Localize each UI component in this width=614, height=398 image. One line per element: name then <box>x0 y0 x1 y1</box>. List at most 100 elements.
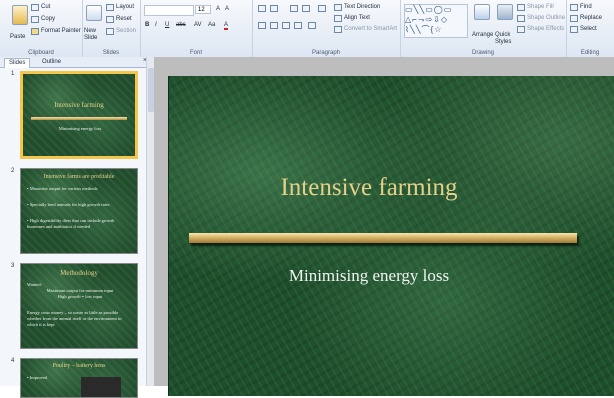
increase-indent-icon[interactable] <box>302 5 310 12</box>
font-group: 12 A A B I U abc AV Aa A Font <box>140 0 253 57</box>
paste-button[interactable]: Paste <box>10 34 25 40</box>
text-direction-button[interactable]: Text Direction <box>344 4 380 10</box>
thumb-bullet: • High digestibility diets that can incl… <box>27 218 115 229</box>
cut-icon <box>31 4 39 11</box>
slide-number: 3 <box>11 263 15 269</box>
title-divider-bar <box>189 233 577 243</box>
strikethrough-button[interactable]: abc <box>176 22 186 28</box>
shape-fill-button[interactable]: Shape Fill <box>527 4 554 10</box>
slides-group: New Slide Layout Reset Section Slides <box>82 0 141 57</box>
clipboard-group: Paste Cut Copy Format Painter Clipboard <box>0 0 83 57</box>
layout-icon <box>106 4 114 11</box>
clipboard-label: Clipboard <box>28 50 54 56</box>
section-icon <box>106 28 114 35</box>
shapes-gallery[interactable]: ▭╲╲▭◯▭ △⌐⇁⇨⇩◇ ⌇╲╲⌒{☆ <box>404 4 468 38</box>
decrease-indent-icon[interactable] <box>290 5 298 12</box>
select-button[interactable]: Select <box>580 26 597 32</box>
ribbon: Paste Cut Copy Format Painter Clipboard … <box>0 0 614 58</box>
current-slide[interactable]: Intensive farming Minimising energy loss <box>168 76 614 396</box>
slide-number: 4 <box>11 358 15 364</box>
underline-button[interactable]: U <box>165 22 169 28</box>
align-left-icon[interactable] <box>258 22 266 29</box>
drawing-group: ▭╲╲▭◯▭ △⌐⇁⇨⇩◇ ⌇╲╲⌒{☆ Arrange Quick Styles … <box>400 0 567 57</box>
paragraph-label: Paragraph <box>311 50 341 56</box>
reset-button[interactable]: Reset <box>116 16 132 22</box>
arrange-icon <box>474 4 490 20</box>
tab-outline[interactable]: Outline <box>38 58 65 67</box>
cut-button[interactable]: Cut <box>41 4 50 10</box>
select-icon <box>570 26 578 33</box>
thumb-title: Poultry – battery hens <box>52 363 106 369</box>
thumb-title: Methodology <box>60 269 98 277</box>
convert-smartart-button[interactable]: Convert to SmartArt <box>344 26 397 32</box>
format-painter-icon <box>31 28 39 35</box>
thumb-image <box>81 377 121 397</box>
shrink-font-button[interactable]: A <box>225 6 229 12</box>
slide-title[interactable]: Intensive farming <box>169 174 569 202</box>
arrange-button[interactable]: Arrange <box>472 32 493 38</box>
slide-subtitle[interactable]: Minimising energy loss <box>169 266 569 286</box>
tab-slides[interactable]: Slides <box>4 58 31 68</box>
thumb-bar <box>31 117 127 120</box>
char-spacing-button[interactable]: AV <box>194 22 202 28</box>
slide-number: 2 <box>11 168 15 174</box>
paste-icon[interactable] <box>12 5 28 25</box>
new-slide-icon[interactable] <box>86 5 102 21</box>
thumb-line: High growth = low input <box>57 294 103 299</box>
thumb-title: Intensive farming <box>54 101 104 109</box>
font-name-box[interactable] <box>144 5 194 16</box>
font-color-button[interactable]: A <box>224 22 229 30</box>
thumb-bullet: • Specially bred animals for high growth… <box>27 202 110 207</box>
bullets-icon[interactable] <box>258 5 266 12</box>
drawing-label: Drawing <box>471 50 494 56</box>
shape-effects-icon <box>517 26 525 33</box>
grow-font-button[interactable]: A <box>216 6 220 12</box>
section-button[interactable]: Section <box>116 28 136 34</box>
editing-group: Find Replace Select Editing <box>566 0 614 57</box>
slide-thumbnails-panel: 1 Intensive farming Minimising energy lo… <box>0 68 146 398</box>
columns-icon[interactable] <box>308 22 316 29</box>
copy-icon <box>31 16 39 23</box>
find-button[interactable]: Find <box>580 4 592 10</box>
layout-button[interactable]: Layout <box>116 4 134 10</box>
slide-thumbnail-4[interactable]: Poultry – battery hens • Improved <box>20 358 138 398</box>
slide-thumbnail-2[interactable]: Intensive farms are profitable • Maximis… <box>20 168 138 254</box>
slide-editor: Intensive farming Minimising energy loss <box>154 57 614 396</box>
numbering-icon[interactable] <box>270 5 278 12</box>
shape-fill-icon <box>517 4 525 11</box>
panel-tabs: Slides Outline × <box>0 57 153 68</box>
change-case-button[interactable]: Aa <box>208 22 215 28</box>
new-slide-button[interactable]: New Slide <box>84 28 108 42</box>
shape-outline-button[interactable]: Shape Outline <box>527 15 565 21</box>
paragraph-group: Text Direction Align Text Convert to Sma… <box>252 0 401 57</box>
align-right-icon[interactable] <box>282 22 290 29</box>
slide-number: 1 <box>11 71 15 77</box>
text-direction-icon <box>334 4 342 11</box>
slide-thumbnail-3[interactable]: Methodology Wanted: Maximum output for m… <box>20 263 138 349</box>
replace-button[interactable]: Replace <box>580 15 602 21</box>
reset-icon <box>106 16 114 23</box>
shape-outline-icon <box>517 15 525 22</box>
quick-styles-icon <box>497 4 513 20</box>
shape-effects-button[interactable]: Shape Effects <box>527 26 564 32</box>
font-label: Font <box>189 50 202 56</box>
align-text-button[interactable]: Align Text <box>344 15 370 21</box>
align-text-icon <box>334 15 342 22</box>
align-center-icon[interactable] <box>270 22 278 29</box>
format-painter-button[interactable]: Format Painter <box>41 28 81 34</box>
line-spacing-icon[interactable] <box>318 5 326 12</box>
font-size-box[interactable]: 12 <box>195 5 211 14</box>
justify-icon[interactable] <box>294 22 302 29</box>
replace-icon <box>570 15 578 22</box>
thumb-subtitle: Minimising energy loss <box>58 126 102 131</box>
slide-thumbnail-1[interactable]: Intensive farming Minimising energy loss <box>20 71 138 159</box>
smartart-icon <box>334 26 342 33</box>
bold-button[interactable]: B <box>145 22 149 28</box>
thumb-line: Energy costs money – so waste as little … <box>27 310 122 327</box>
editing-label: Editing <box>580 50 600 56</box>
quick-styles-button[interactable]: Quick Styles <box>495 32 515 46</box>
thumb-title: Intensive farms are profitable <box>43 174 115 180</box>
thumb-bullet: • Maximise output for various methods <box>27 186 98 191</box>
italic-button[interactable]: I <box>155 22 157 28</box>
copy-button[interactable]: Copy <box>41 16 55 22</box>
